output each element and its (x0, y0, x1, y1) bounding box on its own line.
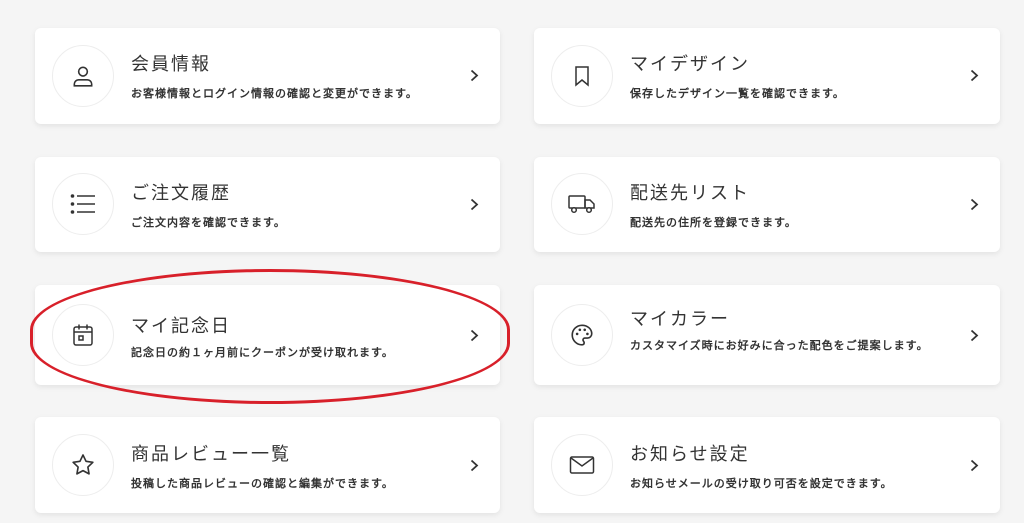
card-title: マイカラー (630, 309, 730, 330)
calendar-icon (52, 304, 114, 366)
truck-icon (551, 173, 613, 235)
card-member-info[interactable]: 会員情報 お客様情報とログイン情報の確認と変更ができます。 (35, 28, 500, 124)
card-description: ご注文内容を確認できます。 (131, 216, 286, 229)
star-icon (52, 434, 114, 496)
palette-icon (551, 304, 613, 366)
card-description: 投稿した商品レビューの確認と編集ができます。 (131, 477, 394, 490)
card-title: マイデザイン (630, 54, 750, 75)
card-order-history[interactable]: ご注文履歴 ご注文内容を確認できます。 (35, 157, 500, 252)
chevron-right-icon (968, 459, 980, 471)
card-title: お知らせ設定 (630, 444, 750, 465)
card-my-color[interactable]: マイカラー カスタマイズ時にお好みに合った配色をご提案します。 (534, 285, 1000, 385)
chevron-right-icon (968, 198, 980, 210)
card-title: 配送先リスト (630, 183, 750, 204)
card-title: 会員情報 (131, 54, 211, 75)
card-shipping-list[interactable]: 配送先リスト 配送先の住所を登録できます。 (534, 157, 1000, 252)
card-description: お客様情報とログイン情報の確認と変更ができます。 (131, 87, 418, 100)
card-description: 配送先の住所を登録できます。 (630, 216, 797, 229)
chevron-right-icon (968, 329, 980, 341)
card-title: 商品レビュー一覧 (131, 444, 291, 465)
card-description: カスタマイズ時にお好みに合った配色をご提案します。 (630, 339, 929, 352)
mail-icon (551, 434, 613, 496)
chevron-right-icon (968, 69, 980, 81)
card-my-anniversary[interactable]: マイ記念日 記念日の約１ヶ月前にクーポンが受け取れます。 (35, 285, 500, 385)
mypage-menu-grid: 会員情報 お客様情報とログイン情報の確認と変更ができます。 マイデザイン 保存し… (0, 0, 1024, 523)
card-notification-settings[interactable]: お知らせ設定 お知らせメールの受け取り可否を設定できます。 (534, 417, 1000, 513)
card-title: ご注文履歴 (131, 183, 231, 204)
user-icon (52, 45, 114, 107)
chevron-right-icon (468, 69, 480, 81)
card-description: お知らせメールの受け取り可否を設定できます。 (630, 477, 893, 490)
card-product-reviews[interactable]: 商品レビュー一覧 投稿した商品レビューの確認と編集ができます。 (35, 417, 500, 513)
list-icon (52, 173, 114, 235)
card-title: マイ記念日 (131, 316, 231, 337)
card-my-design[interactable]: マイデザイン 保存したデザイン一覧を確認できます。 (534, 28, 1000, 124)
card-description: 記念日の約１ヶ月前にクーポンが受け取れます。 (131, 346, 394, 359)
chevron-right-icon (468, 329, 480, 341)
chevron-right-icon (468, 459, 480, 471)
chevron-right-icon (468, 198, 480, 210)
bookmark-icon (551, 45, 613, 107)
card-description: 保存したデザイン一覧を確認できます。 (630, 87, 845, 100)
